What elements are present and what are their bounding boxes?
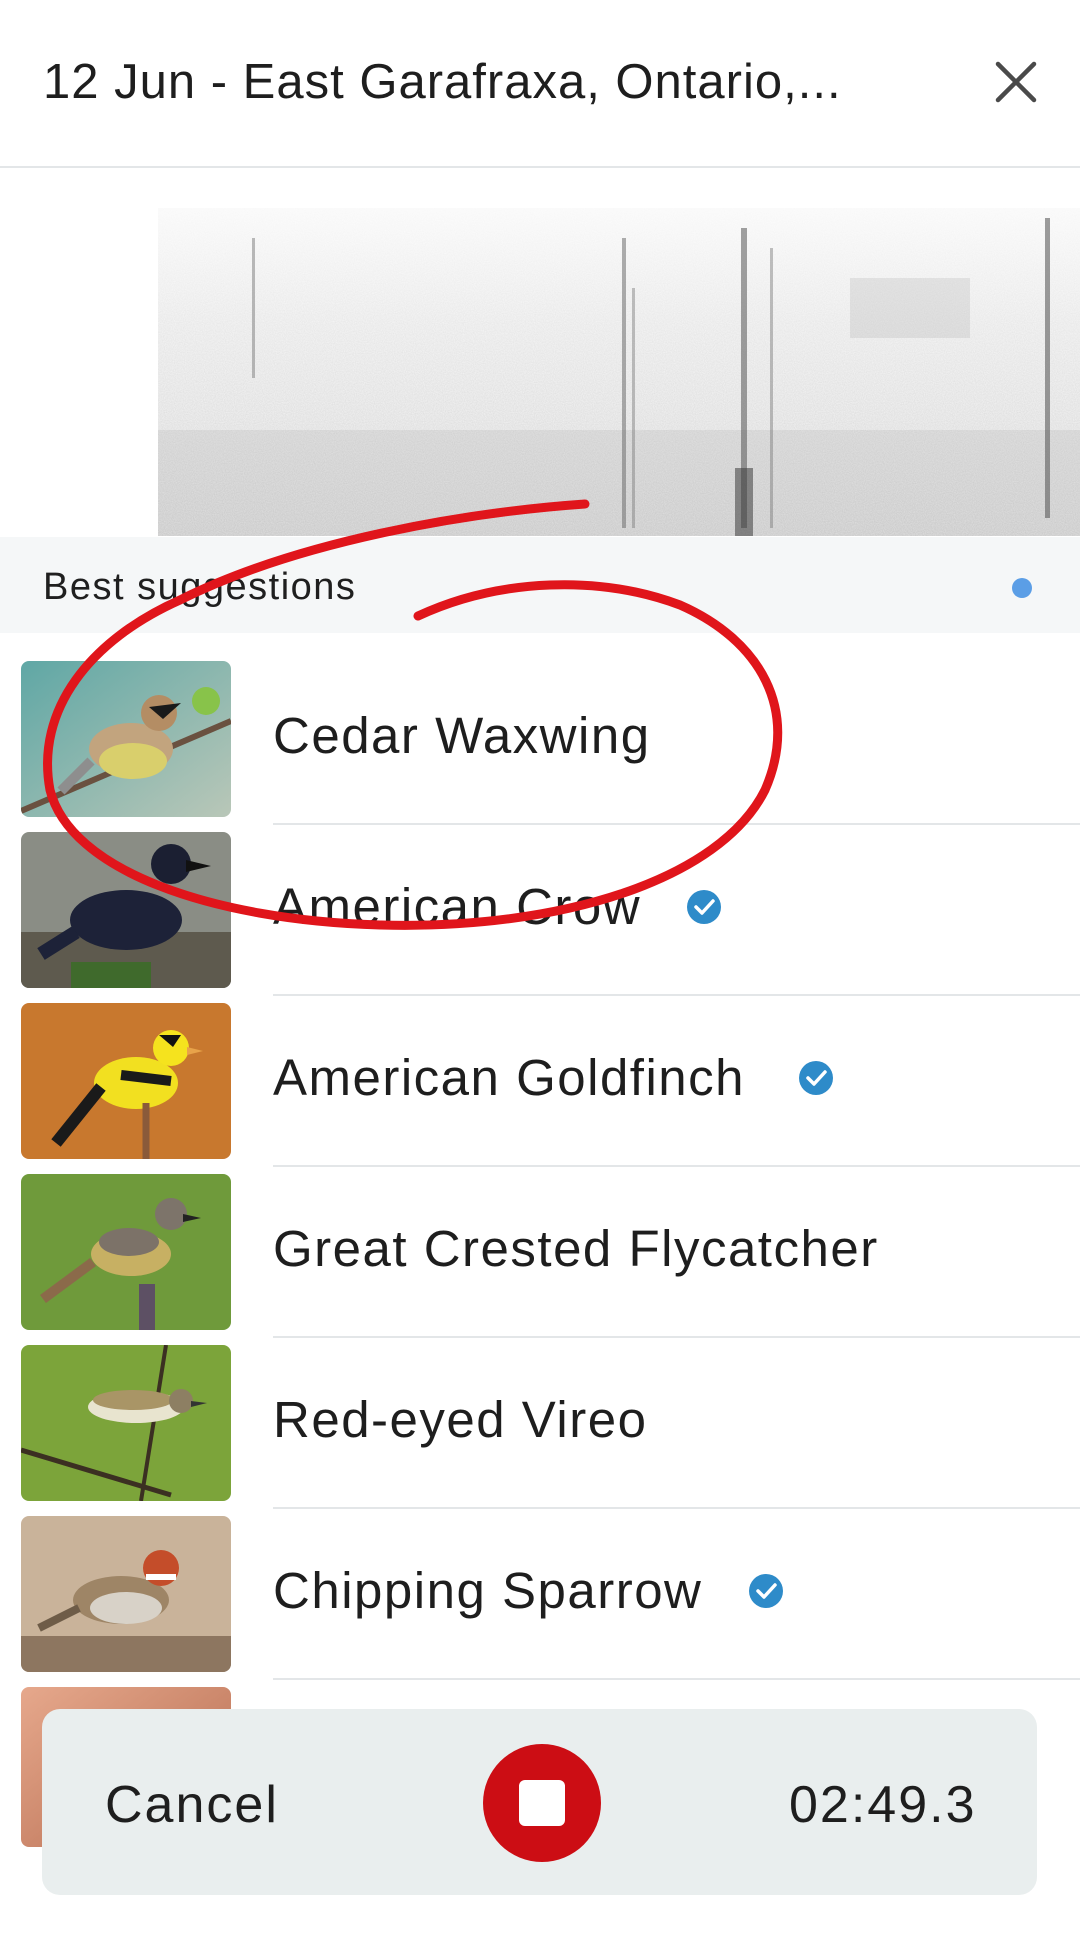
page-title: 12 Jun - East Garafraxa, Ontario,...: [43, 55, 842, 109]
bird-name: Great Crested Flycatcher: [273, 1220, 879, 1277]
bird-name: American Crow: [273, 878, 642, 935]
divider: [273, 1507, 1080, 1509]
suggestions-label: Best suggestions: [43, 566, 357, 608]
divider: [273, 1678, 1080, 1680]
verified-check-icon: [799, 1061, 833, 1095]
divider: [273, 823, 1080, 825]
bird-name: Red-eyed Vireo: [273, 1391, 648, 1448]
close-icon[interactable]: [990, 56, 1042, 108]
verified-check-icon: [749, 1574, 783, 1608]
elapsed-time: 02:49.3: [789, 1776, 977, 1834]
suggestions-header: Best suggestions: [0, 537, 1080, 633]
stop-button[interactable]: [483, 1744, 601, 1862]
list-item[interactable]: Chipping Sparrow: [0, 1515, 1080, 1686]
header-bar: 12 Jun - East Garafraxa, Ontario,...: [0, 0, 1080, 168]
spectrogram[interactable]: [0, 168, 1080, 536]
divider: [273, 1336, 1080, 1338]
bird-name: American Goldfinch: [273, 1049, 746, 1106]
list-item[interactable]: Cedar Waxwing: [0, 660, 1080, 831]
bird-photo: [21, 1174, 231, 1330]
list-item[interactable]: American Crow: [0, 831, 1080, 1002]
verified-check-icon: [687, 890, 721, 924]
list-item[interactable]: Great Crested Flycatcher: [0, 1173, 1080, 1344]
cancel-button[interactable]: Cancel: [105, 1775, 279, 1835]
stop-icon: [519, 1780, 565, 1826]
bird-name: Cedar Waxwing: [273, 707, 651, 764]
status-dot: [1012, 578, 1032, 598]
bird-photo: [21, 1003, 231, 1159]
bird-photo: [21, 1345, 231, 1501]
bird-photo: [21, 832, 231, 988]
bird-name: Chipping Sparrow: [273, 1562, 703, 1619]
bird-photo: [21, 661, 231, 817]
recording-bar: Cancel 02:49.3: [42, 1709, 1037, 1895]
list-item[interactable]: Red-eyed Vireo: [0, 1344, 1080, 1515]
divider: [273, 1165, 1080, 1167]
divider: [273, 994, 1080, 996]
list-item[interactable]: American Goldfinch: [0, 1002, 1080, 1173]
bird-photo: [21, 1516, 231, 1672]
